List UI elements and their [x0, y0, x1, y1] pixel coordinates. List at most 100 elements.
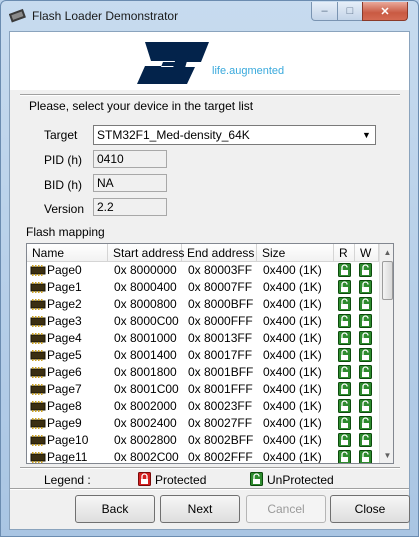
unprotected-icon[interactable]: [359, 450, 372, 464]
back-button[interactable]: Back: [75, 495, 155, 523]
unprotected-icon[interactable]: [359, 263, 372, 277]
table-row[interactable]: Page4 0x 8001000 0x 80013FF 0x400 (1K): [27, 330, 379, 347]
maximize-button[interactable]: □: [337, 2, 363, 21]
end-address: 0x 80017FF: [188, 348, 253, 362]
table-row[interactable]: Page0 0x 8000000 0x 80003FF 0x400 (1K): [27, 262, 379, 279]
table-row[interactable]: Page7 0x 8001C00 0x 8001FFF 0x400 (1K): [27, 381, 379, 398]
legend-unprotected: UnProtected: [267, 473, 334, 487]
minimize-button[interactable]: –: [311, 2, 338, 21]
table-row[interactable]: Page6 0x 8001800 0x 8001BFF 0x400 (1K): [27, 364, 379, 381]
page-name: Page1: [47, 280, 82, 294]
unprotected-icon[interactable]: [338, 348, 351, 362]
column-header-r[interactable]: R: [334, 244, 355, 262]
table-row[interactable]: Page5 0x 8001400 0x 80017FF 0x400 (1K): [27, 347, 379, 364]
column-header-end[interactable]: End address: [182, 244, 257, 262]
unprotected-icon[interactable]: [359, 314, 372, 328]
memory-chip-icon: [30, 384, 46, 395]
table-row[interactable]: Page8 0x 8002000 0x 80023FF 0x400 (1K): [27, 398, 379, 415]
table-row[interactable]: Page2 0x 8000800 0x 8000BFF 0x400 (1K): [27, 296, 379, 313]
scroll-thumb[interactable]: [382, 261, 393, 300]
table-row[interactable]: Page10 0x 8002800 0x 8002BFF 0x400 (1K): [27, 432, 379, 449]
page-name: Page9: [47, 416, 82, 430]
page-size: 0x400 (1K): [263, 450, 322, 464]
unprotected-icon[interactable]: [359, 433, 372, 447]
target-value: STM32F1_Med-density_64K: [97, 128, 250, 142]
page-name: Page2: [47, 297, 82, 311]
end-address: 0x 80023FF: [188, 399, 253, 413]
unprotected-icon[interactable]: [338, 433, 351, 447]
start-address: 0x 8001C00: [114, 382, 179, 396]
unprotected-icon[interactable]: [338, 416, 351, 430]
column-header-w[interactable]: W: [355, 244, 379, 262]
flash-mapping-list[interactable]: Name Start address End address Size R W …: [26, 243, 394, 464]
flash-loader-icon: [9, 8, 26, 23]
unprotected-icon[interactable]: [359, 297, 372, 311]
page-size: 0x400 (1K): [263, 314, 322, 328]
end-address: 0x 8000BFF: [188, 297, 254, 311]
list-header: Name Start address End address Size R W: [27, 244, 379, 262]
dialog-body: life.augmented Please, select your devic…: [9, 31, 410, 530]
app-window: Flash Loader Demonstrator – □ ✕ life.aug…: [0, 0, 419, 537]
table-row[interactable]: Page11 0x 8002C00 0x 8002FFF 0x400 (1K): [27, 449, 379, 464]
unprotected-icon: [250, 472, 263, 486]
version-field: 2.2: [93, 198, 167, 216]
start-address: 0x 8002800: [114, 433, 177, 447]
page-size: 0x400 (1K): [263, 433, 322, 447]
unprotected-icon[interactable]: [359, 348, 372, 362]
end-address: 0x 8002FFF: [188, 450, 253, 464]
memory-chip-icon: [30, 452, 46, 463]
table-row[interactable]: Page1 0x 8000400 0x 80007FF 0x400 (1K): [27, 279, 379, 296]
unprotected-icon[interactable]: [359, 416, 372, 430]
unprotected-icon[interactable]: [359, 365, 372, 379]
table-row[interactable]: Page3 0x 8000C00 0x 8000FFF 0x400 (1K): [27, 313, 379, 330]
unprotected-icon[interactable]: [338, 297, 351, 311]
unprotected-icon[interactable]: [338, 365, 351, 379]
close-window-button[interactable]: ✕: [362, 2, 408, 21]
page-name: Page5: [47, 348, 82, 362]
column-header-start[interactable]: Start address: [108, 244, 184, 262]
column-header-name[interactable]: Name: [27, 244, 108, 262]
scroll-down-icon[interactable]: ▼: [380, 447, 393, 463]
unprotected-icon[interactable]: [338, 382, 351, 396]
memory-chip-icon: [30, 265, 46, 276]
start-address: 0x 8002000: [114, 399, 177, 413]
table-row[interactable]: Page9 0x 8002400 0x 80027FF 0x400 (1K): [27, 415, 379, 432]
title-bar[interactable]: Flash Loader Demonstrator – □ ✕: [1, 1, 418, 31]
cancel-button[interactable]: Cancel: [246, 495, 326, 523]
unprotected-icon[interactable]: [359, 331, 372, 345]
end-address: 0x 80013FF: [188, 331, 253, 345]
unprotected-icon[interactable]: [338, 331, 351, 345]
memory-chip-icon: [30, 316, 46, 327]
page-name: Page6: [47, 365, 82, 379]
memory-chip-icon: [30, 367, 46, 378]
page-name: Page10: [47, 433, 89, 447]
unprotected-icon[interactable]: [338, 263, 351, 277]
vertical-scrollbar[interactable]: ▲ ▼: [379, 244, 393, 463]
unprotected-icon[interactable]: [338, 280, 351, 294]
page-name: Page7: [47, 382, 82, 396]
page-size: 0x400 (1K): [263, 280, 322, 294]
protected-icon: [138, 472, 151, 486]
start-address: 0x 8002C00: [114, 450, 179, 464]
version-value: 2.2: [97, 200, 114, 214]
end-address: 0x 8001BFF: [188, 365, 254, 379]
target-select[interactable]: STM32F1_Med-density_64K ▼: [93, 125, 376, 145]
target-label: Target: [44, 128, 78, 142]
next-button[interactable]: Next: [160, 495, 240, 523]
window-title: Flash Loader Demonstrator: [32, 9, 179, 23]
unprotected-icon[interactable]: [338, 450, 351, 464]
unprotected-icon[interactable]: [359, 382, 372, 396]
unprotected-icon[interactable]: [359, 399, 372, 413]
column-header-size[interactable]: Size: [257, 244, 334, 262]
end-address: 0x 80007FF: [188, 280, 253, 294]
unprotected-icon[interactable]: [359, 280, 372, 294]
unprotected-icon[interactable]: [338, 399, 351, 413]
end-address: 0x 8002BFF: [188, 433, 254, 447]
memory-chip-icon: [30, 282, 46, 293]
scroll-up-icon[interactable]: ▲: [380, 244, 393, 260]
page-name: Page11: [47, 450, 88, 464]
page-name: Page8: [47, 399, 82, 413]
close-button[interactable]: Close: [330, 495, 410, 523]
unprotected-icon[interactable]: [338, 314, 351, 328]
chevron-down-icon[interactable]: ▼: [359, 127, 374, 143]
